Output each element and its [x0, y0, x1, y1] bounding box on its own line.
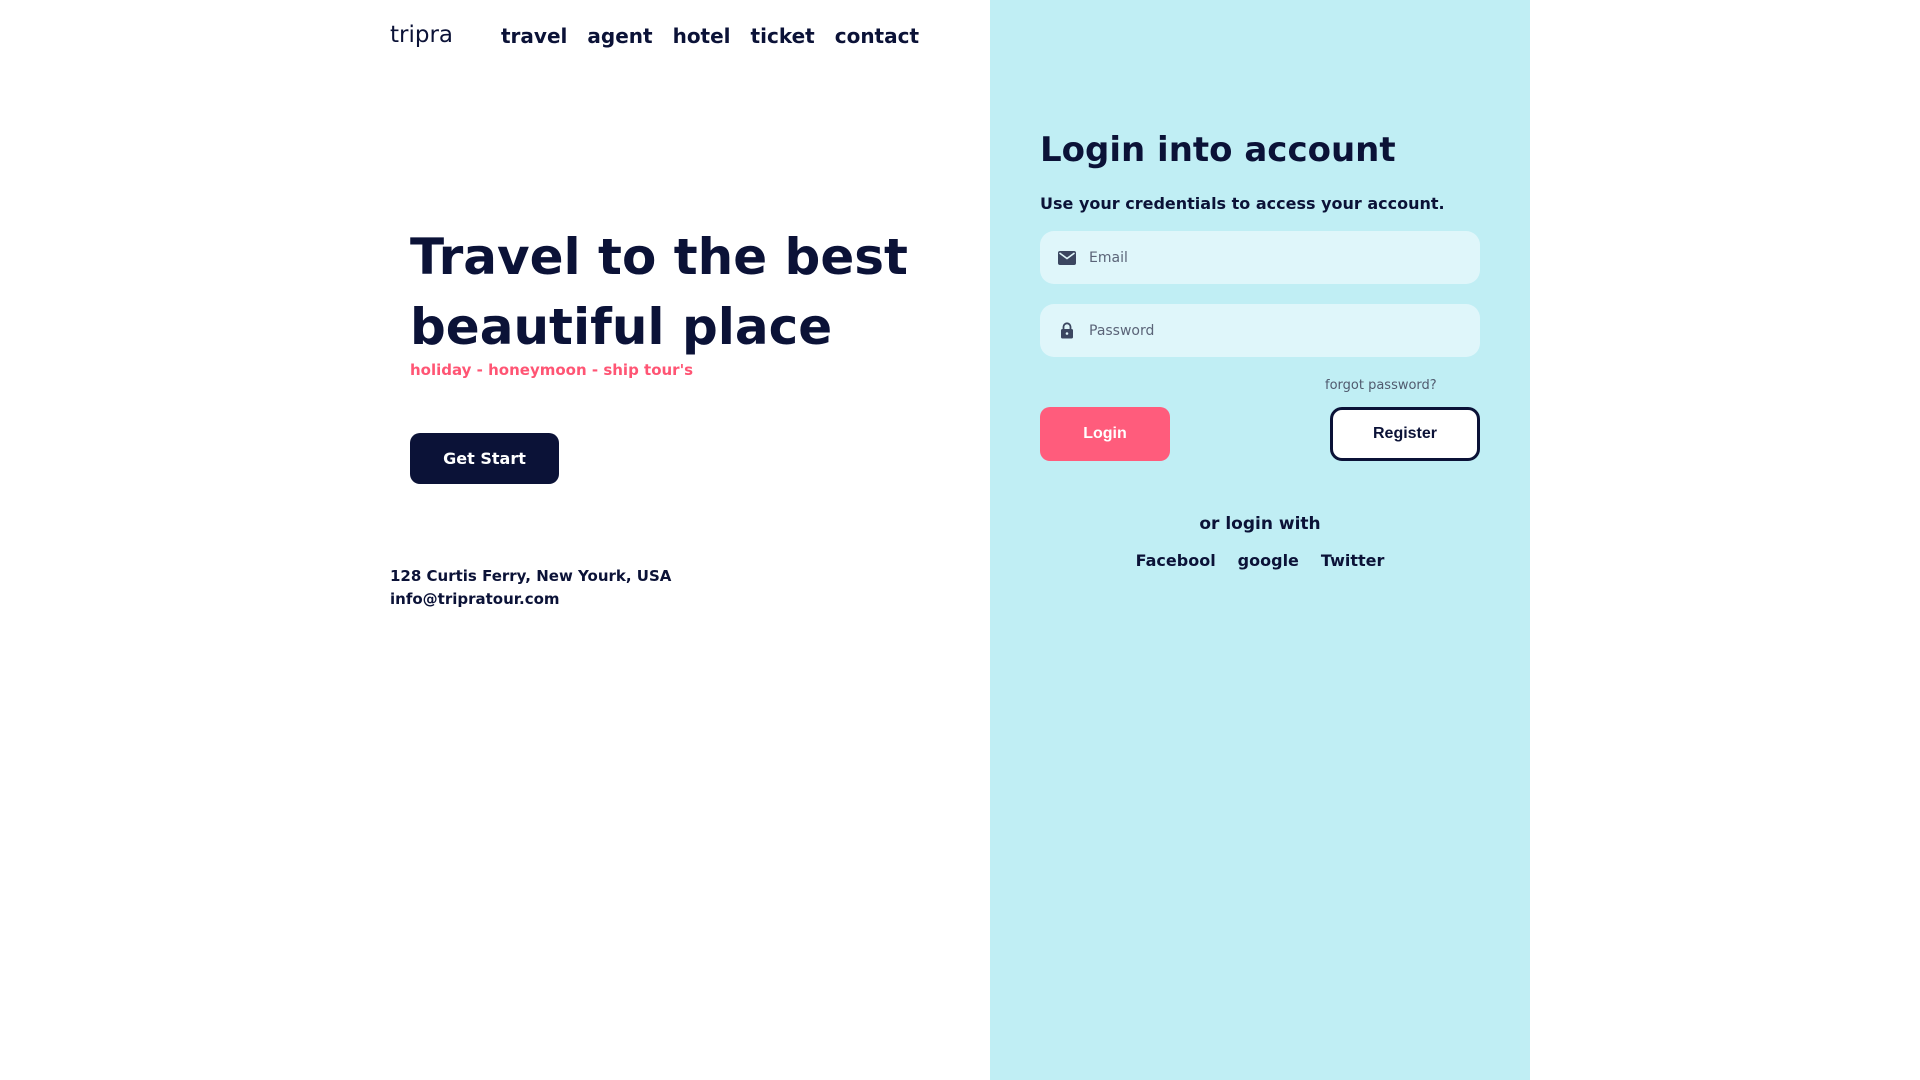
or-login-with-text: or login with — [1199, 514, 1321, 534]
get-start-button[interactable]: Get Start — [410, 433, 559, 484]
nav-item-travel[interactable]: travel — [501, 24, 567, 48]
nav-item-agent[interactable]: agent — [587, 24, 652, 48]
nav-item-contact[interactable]: contact — [835, 24, 919, 48]
brand-logo[interactable]: tripra — [390, 22, 453, 48]
register-button[interactable]: Register — [1330, 407, 1480, 461]
google-login-link[interactable]: google — [1238, 551, 1299, 570]
hero-title: Travel to the best beautiful place — [410, 222, 930, 362]
password-input[interactable] — [1089, 310, 1469, 351]
email-field[interactable] — [1040, 231, 1480, 284]
email-text: info@tripratour.com — [390, 590, 560, 608]
login-title: Login into account — [1040, 130, 1396, 170]
facebook-login-link[interactable]: Facebool — [1136, 551, 1216, 570]
main-nav: travel agent hotel ticket contact — [501, 24, 919, 48]
nav-item-hotel[interactable]: hotel — [673, 24, 731, 48]
twitter-login-link[interactable]: Twitter — [1321, 551, 1384, 570]
login-panel: Login into account Use your credentials … — [990, 0, 1530, 1080]
nav-item-ticket[interactable]: ticket — [751, 24, 815, 48]
social-login-links: Facebool google Twitter — [990, 551, 1530, 570]
hero-tags: holiday - honeymoon - ship tour's — [410, 361, 694, 379]
hero-title-line-1: Travel to the best — [410, 228, 908, 286]
contact-info: 128 Curtis Ferry, New Yourk, USA info@tr… — [390, 565, 671, 611]
address-text: 128 Curtis Ferry, New Yourk, USA — [390, 567, 672, 585]
login-button[interactable]: Login — [1040, 407, 1170, 461]
login-subtitle: Use your credentials to access your acco… — [1040, 194, 1445, 213]
email-input[interactable] — [1089, 237, 1469, 278]
hero-title-line-2: beautiful place — [410, 298, 833, 356]
lock-icon — [1057, 321, 1077, 341]
page: tripra travel agent hotel ticket contact… — [0, 0, 1920, 1080]
mail-icon — [1057, 248, 1077, 268]
password-field[interactable] — [1040, 304, 1480, 357]
forgot-password-link[interactable]: forgot password? — [1325, 378, 1437, 393]
